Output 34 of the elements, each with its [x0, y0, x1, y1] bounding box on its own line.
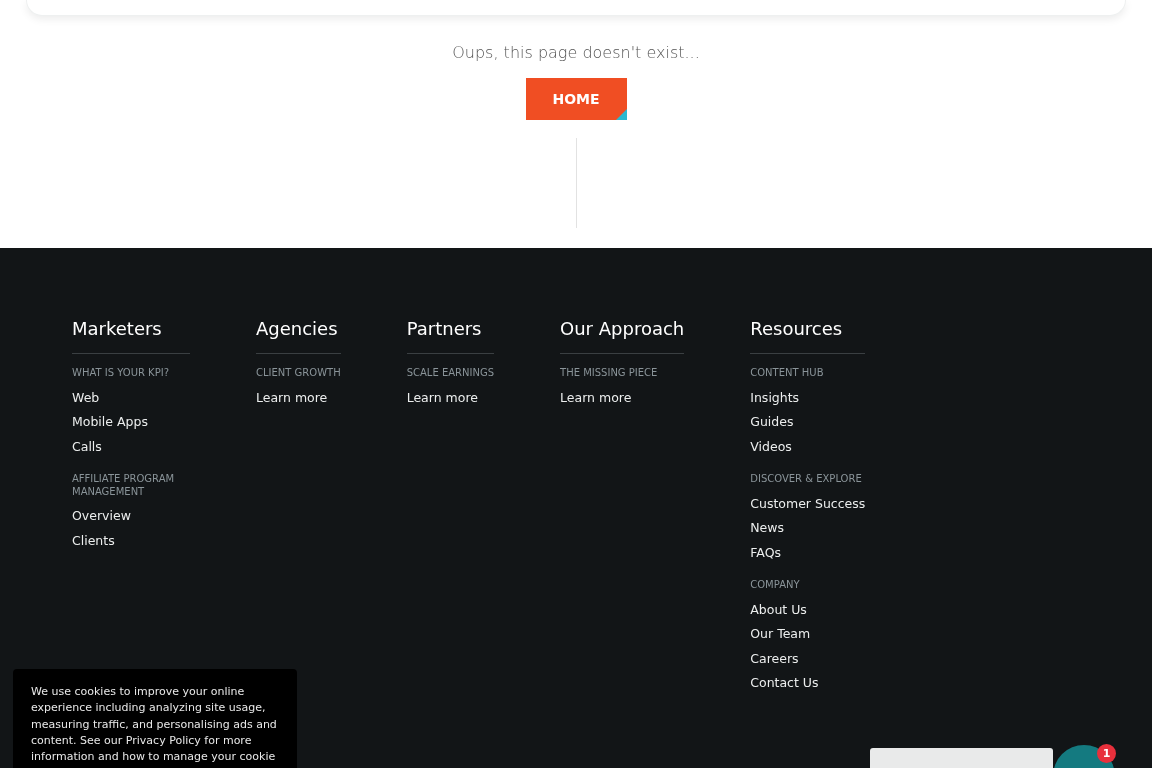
footer-link[interactable]: Learn more: [560, 385, 685, 410]
footer-link[interactable]: Learn more: [406, 385, 495, 410]
footer-link[interactable]: Our Team: [750, 622, 866, 647]
footer-section-label: DISCOVER & EXPLORE: [750, 473, 863, 486]
footer-link[interactable]: Overview: [72, 504, 190, 529]
footer-link[interactable]: Clients: [72, 528, 190, 553]
footer-link[interactable]: Contact Us: [750, 671, 866, 696]
footer-link[interactable]: News: [750, 516, 866, 541]
footer-heading: Resources: [750, 318, 866, 354]
footer-link[interactable]: Guides: [750, 410, 866, 435]
footer-heading: Our Approach: [560, 318, 685, 354]
footer-section-label: CONTENT HUB: [750, 367, 825, 380]
footer-link[interactable]: Mobile Apps: [72, 410, 190, 435]
footer-link[interactable]: About Us: [750, 597, 866, 622]
footer-section-label: AFFILIATE PROGRAM MANAGEMENT: [72, 473, 176, 498]
footer-link[interactable]: Videos: [750, 434, 866, 459]
footer-link[interactable]: Careers: [750, 646, 866, 671]
footer-section-label: COMPANY: [750, 579, 801, 592]
footer-link[interactable]: Web: [72, 385, 190, 410]
footer-link[interactable]: Learn more: [256, 385, 341, 410]
cookie-text: We use cookies to improve your online experience including analyzing site usage, measuring traffic, and personalising ads and content. See our Privacy Policy for more information and how to manage your cookie: [31, 684, 278, 766]
footer-heading: Marketers: [72, 318, 190, 354]
footer-link[interactable]: Calls: [72, 434, 190, 459]
footer-heading: Partners: [406, 318, 495, 354]
footer-section-label: SCALE EARNINGS: [406, 367, 495, 380]
home-button[interactable]: HOME: [525, 78, 627, 120]
footer-link[interactable]: Customer Success: [750, 491, 866, 516]
footer-link[interactable]: Insights: [750, 385, 866, 410]
footer-link[interactable]: FAQs: [750, 540, 866, 565]
footer-section-label: WHAT IS YOUR KPI?: [72, 367, 170, 380]
footer-heading: Agencies: [256, 318, 341, 354]
footer-section-label: THE MISSING PIECE: [560, 367, 659, 380]
error-message: Oups, this page doesn't exist...: [452, 43, 700, 62]
footer-section-label: CLIENT GROWTH: [256, 367, 341, 380]
